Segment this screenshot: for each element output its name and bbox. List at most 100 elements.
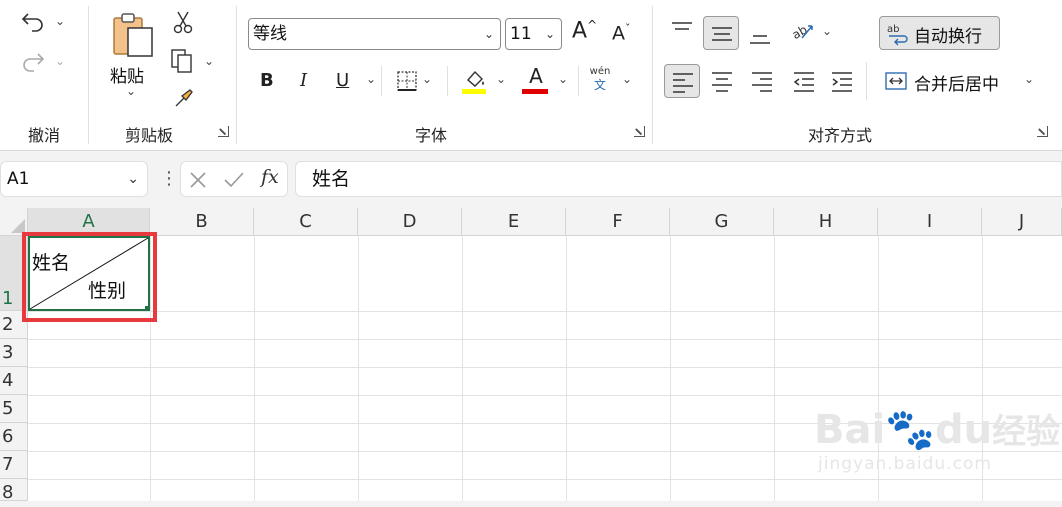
watermark-logo: Bai🐾du经验 [814, 404, 1060, 453]
chevron-down-icon[interactable]: ⌄ [127, 162, 139, 196]
merge-center-button[interactable]: 合并后居中 [914, 70, 999, 95]
insert-function-button[interactable]: fx [261, 166, 279, 188]
row-header-8[interactable]: 8 [0, 479, 28, 503]
underline-dropdown-icon[interactable]: ⌄ [366, 72, 376, 86]
font-color-icon: A [529, 64, 543, 88]
watermark-brand2: du [935, 407, 993, 453]
cut-icon[interactable] [172, 10, 194, 34]
gridline [774, 236, 775, 501]
formula-input[interactable]: 姓名 [295, 161, 1062, 197]
grow-font-icon: A [572, 18, 588, 44]
alignment-group-label: 对齐方式 [807, 126, 872, 145]
ribbon: ⌄ ⌄ 撤消 粘贴 ⌄ ⌄ 剪贴板 等线 ⌄ 11 ⌄ A^ Aˇ B I U … [0, 0, 1062, 151]
borders-icon[interactable] [396, 70, 418, 92]
top-align-icon[interactable] [670, 20, 694, 40]
undo-group: ⌄ ⌄ 撤消 [0, 0, 88, 150]
wrap-text-label: 自动换行 [914, 27, 982, 47]
orientation-icon[interactable]: ab [790, 18, 816, 44]
enter-icon[interactable] [223, 171, 245, 189]
highlight-box [22, 232, 157, 322]
redo-icon[interactable] [20, 50, 46, 72]
font-group: 等线 ⌄ 11 ⌄ A^ Aˇ B I U ⌄ ⌄ ⌄ A ⌄ wén 文 ⌄ … [236, 0, 652, 150]
gridline [28, 311, 1062, 312]
italic-button[interactable]: I [300, 70, 307, 91]
column-header-e[interactable]: E [462, 208, 566, 236]
grow-font-button[interactable]: A^ [572, 18, 597, 43]
phonetic-dropdown-icon[interactable]: ⌄ [622, 72, 632, 86]
clipboard-launcher-icon[interactable] [218, 126, 229, 137]
gridline [462, 236, 463, 501]
align-center-icon[interactable] [710, 70, 734, 92]
more-options-icon[interactable]: ⋮ [160, 170, 178, 188]
divider [866, 62, 867, 100]
row-header-5[interactable]: 5 [0, 395, 28, 423]
formula-buttons: fx [180, 161, 288, 197]
font-color-dropdown-icon[interactable]: ⌄ [558, 72, 568, 86]
redo-dropdown-icon[interactable]: ⌄ [55, 54, 65, 68]
middle-align-button[interactable] [703, 16, 739, 50]
font-color-button[interactable]: A [524, 64, 548, 88]
font-name-select[interactable]: 等线 ⌄ [248, 18, 501, 50]
font-launcher-icon[interactable] [634, 126, 645, 137]
phonetic-top-label: wén [589, 66, 611, 77]
clipboard-group: 粘贴 ⌄ ⌄ 剪贴板 [88, 0, 236, 150]
column-header-j[interactable]: J [982, 208, 1062, 236]
font-size-select[interactable]: 11 ⌄ [505, 18, 562, 50]
font-group-label: 字体 [414, 126, 447, 145]
gridline [28, 479, 1062, 480]
copy-icon[interactable] [170, 48, 196, 74]
divider [381, 66, 382, 96]
font-size-value: 11 [510, 24, 532, 44]
undo-dropdown-icon[interactable]: ⌄ [55, 14, 65, 28]
gridline [670, 236, 671, 501]
cancel-icon[interactable] [189, 171, 207, 189]
undo-icon[interactable] [20, 10, 46, 32]
paste-dropdown-icon[interactable]: ⌄ [126, 84, 136, 98]
column-header-d[interactable]: D [358, 208, 462, 236]
align-left-button[interactable] [664, 64, 700, 98]
wrap-text-button[interactable]: ab 自动换行 [879, 16, 1000, 50]
underline-button[interactable]: U [336, 70, 349, 91]
fill-color-dropdown-icon[interactable]: ⌄ [496, 72, 506, 86]
worksheet-grid[interactable]: A B C D E F G H I J 1 2 3 4 5 6 7 8 姓名 性… [0, 208, 1062, 503]
align-left-icon [673, 73, 693, 93]
row-header-3[interactable]: 3 [0, 339, 28, 367]
shrink-font-button[interactable]: Aˇ [612, 22, 631, 44]
clipboard-group-label: 剪贴板 [124, 126, 173, 145]
copy-dropdown-icon[interactable]: ⌄ [204, 54, 214, 68]
watermark-suffix: 经验 [992, 412, 1061, 452]
chevron-down-icon: ⌄ [544, 27, 555, 41]
wrap-text-icon: ab [887, 24, 908, 46]
borders-dropdown-icon[interactable]: ⌄ [422, 72, 432, 86]
middle-align-icon [712, 27, 732, 41]
gridline [28, 339, 1062, 340]
bottom-align-icon[interactable] [748, 24, 772, 48]
merge-center-icon[interactable] [884, 70, 908, 92]
column-header-b[interactable]: B [150, 208, 254, 236]
align-right-icon[interactable] [750, 70, 774, 92]
alignment-launcher-icon[interactable] [1037, 126, 1048, 137]
alignment-group: ab ⌄ ab 自动换行 合并后居中 ⌄ 对齐方式 [652, 0, 1062, 150]
row-header-6[interactable]: 6 [0, 423, 28, 451]
fill-color-icon[interactable] [462, 66, 488, 96]
watermark-url: jingyan.baidu.com [818, 454, 992, 474]
orientation-dropdown-icon[interactable]: ⌄ [822, 24, 832, 38]
bold-button[interactable]: B [260, 70, 274, 91]
name-box-value: A1 [7, 169, 30, 189]
name-box[interactable]: A1 ⌄ [0, 161, 148, 197]
decrease-indent-icon[interactable] [792, 70, 816, 92]
gridline [566, 236, 567, 501]
watermark-paw-icon: 🐾 [885, 407, 936, 453]
format-painter-icon[interactable] [172, 86, 196, 110]
column-header-f[interactable]: F [566, 208, 670, 236]
row-header-4[interactable]: 4 [0, 367, 28, 395]
row-header-7[interactable]: 7 [0, 451, 28, 479]
phonetic-guide-button[interactable]: wén 文 [588, 66, 612, 92]
increase-indent-icon[interactable] [830, 70, 854, 92]
column-header-i[interactable]: I [878, 208, 982, 236]
merge-dropdown-icon[interactable]: ⌄ [1024, 72, 1034, 86]
column-header-c[interactable]: C [254, 208, 358, 236]
paste-icon[interactable] [110, 10, 156, 58]
column-header-g[interactable]: G [670, 208, 774, 236]
column-header-h[interactable]: H [774, 208, 878, 236]
